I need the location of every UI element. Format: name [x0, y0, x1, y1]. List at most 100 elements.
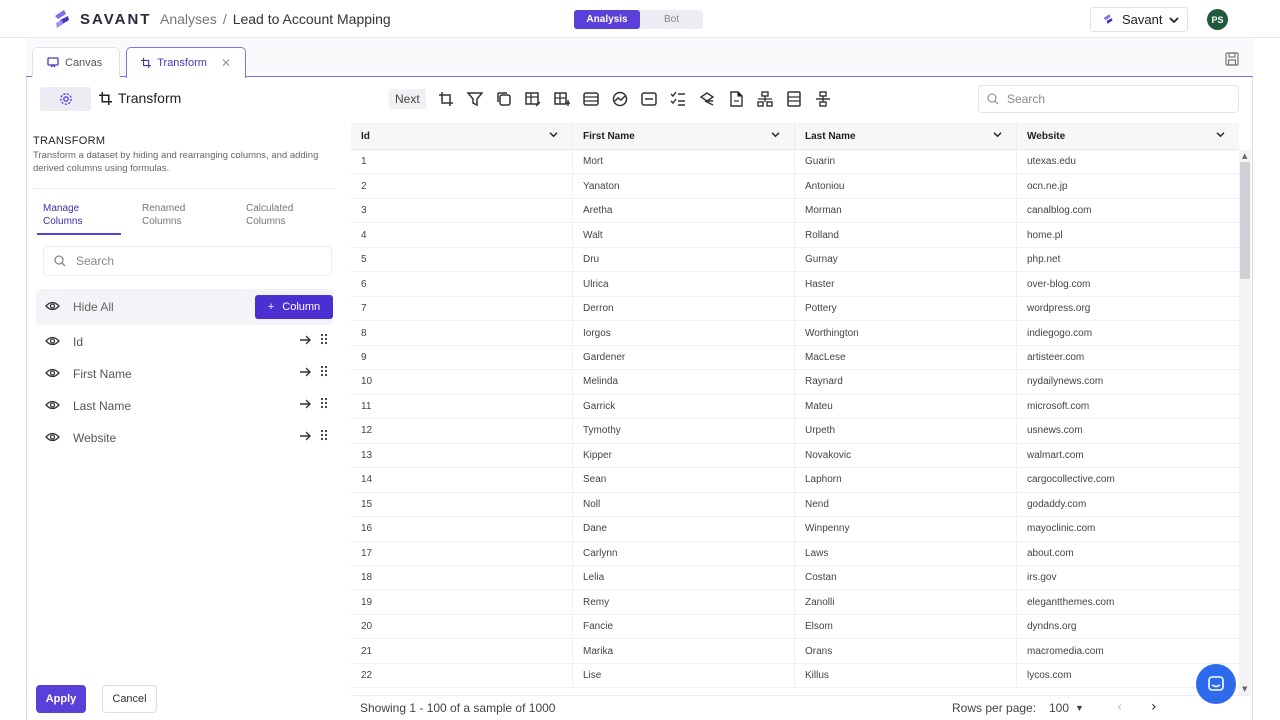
drag-handle-icon[interactable]	[320, 397, 328, 409]
table-cell-website[interactable]: microsoft.com	[1017, 395, 1239, 418]
table-cell-last-name[interactable]: Elsom	[795, 614, 1017, 639]
table-cell-id[interactable]: 22	[351, 663, 573, 688]
table-row[interactable]: 11 Garrick Mateu microsoft.com	[351, 394, 1239, 420]
table-row[interactable]: 12 Tymothy Urpeth usnews.com	[351, 419, 1239, 444]
table-cell-id[interactable]: 10	[351, 370, 573, 394]
column-header-id[interactable]: Id	[351, 123, 573, 150]
table-cell-first-name[interactable]: Lise	[573, 663, 795, 688]
table-cell-first-name[interactable]: Gardener	[573, 345, 795, 370]
table-cell-website[interactable]: godaddy.com	[1017, 493, 1239, 516]
hierarchy-icon[interactable]	[814, 90, 832, 108]
table-cell-first-name[interactable]: Tymothy	[573, 419, 795, 443]
table-row[interactable]: 7 Derron Pottery wordpress.org	[351, 296, 1239, 322]
drag-handle-icon[interactable]	[320, 429, 328, 441]
columns-icon[interactable]	[785, 90, 803, 108]
table-cell-last-name[interactable]: Killus	[795, 663, 1017, 688]
table-cell-first-name[interactable]: Dane	[573, 517, 795, 541]
apply-button[interactable]: Apply	[36, 685, 86, 713]
copy-icon[interactable]	[495, 90, 513, 108]
table-cell-last-name[interactable]: Laphorn	[795, 468, 1017, 492]
subtab-manage-columns[interactable]: Manage Columns	[43, 202, 82, 228]
table-cell-last-name[interactable]: Novakovic	[795, 443, 1017, 468]
filter-icon[interactable]	[466, 90, 484, 108]
table-cell-last-name[interactable]: Guarin	[795, 150, 1017, 174]
table-cell-website[interactable]: indiegogo.com	[1017, 321, 1239, 344]
table-cell-id[interactable]: 8	[351, 321, 573, 345]
table-cell-id[interactable]: 20	[351, 614, 573, 639]
table-row[interactable]: 6 Ulrica Haster over-blog.com	[351, 272, 1239, 297]
checklist-icon[interactable]	[669, 90, 687, 108]
close-icon[interactable]: ✕	[221, 56, 231, 70]
column-item-first-name[interactable]: First Name	[36, 360, 333, 388]
table-cell-id[interactable]: 21	[351, 639, 573, 663]
hide-all-button[interactable]: Hide All	[73, 300, 114, 314]
table-edit-icon[interactable]	[524, 90, 542, 108]
table-row[interactable]: 3 Aretha Morman canalblog.com	[351, 198, 1239, 224]
column-search-input[interactable]: Search	[43, 246, 332, 276]
table-row[interactable]: 21 Marika Orans macromedia.com	[351, 639, 1239, 664]
column-header-last-name[interactable]: Last Name	[795, 123, 1017, 150]
table-cell-id[interactable]: 4	[351, 223, 573, 247]
table-cell-id[interactable]: 7	[351, 296, 573, 321]
column-item-website[interactable]: Website	[36, 424, 333, 452]
split-icon[interactable]	[756, 90, 774, 108]
table-cell-id[interactable]: 1	[351, 150, 573, 174]
table-cell-last-name[interactable]: Morman	[795, 198, 1017, 223]
table-cell-last-name[interactable]: Pottery	[795, 296, 1017, 321]
table-cell-last-name[interactable]: Zanolli	[795, 590, 1017, 614]
table-cell-last-name[interactable]: Worthington	[795, 321, 1017, 345]
table-cell-website[interactable]: utexas.edu	[1017, 150, 1239, 173]
column-item-id[interactable]: Id	[36, 328, 333, 356]
column-header-website[interactable]: Website	[1017, 123, 1239, 150]
table-add-icon[interactable]	[553, 90, 571, 108]
chevron-down-icon[interactable]	[771, 131, 780, 138]
table-cell-first-name[interactable]: Kipper	[573, 443, 795, 468]
table-row[interactable]: 1 Mort Guarin utexas.edu	[351, 150, 1239, 175]
table-cell-last-name[interactable]: Laws	[795, 541, 1017, 565]
table-row[interactable]: 15 Noll Nend godaddy.com	[351, 492, 1239, 518]
table-cell-first-name[interactable]: Ulrica	[573, 272, 795, 296]
subtab-renamed-columns[interactable]: Renamed Columns	[142, 202, 185, 228]
grid-search-input[interactable]: Search	[978, 85, 1239, 113]
eye-icon[interactable]	[45, 335, 60, 347]
table-cell-first-name[interactable]: Iorgos	[573, 321, 795, 345]
table-cell-first-name[interactable]: Noll	[573, 492, 795, 517]
table-cell-first-name[interactable]: Garrick	[573, 394, 795, 419]
mode-analysis[interactable]: Analysis	[574, 10, 640, 29]
rows-icon[interactable]	[582, 90, 600, 108]
table-row[interactable]: 16 Dane Winpenny mayoclinic.com	[351, 517, 1239, 542]
table-cell-first-name[interactable]: Sean	[573, 468, 795, 492]
arrow-right-icon[interactable]	[299, 334, 311, 346]
table-cell-website[interactable]: cargocollective.com	[1017, 468, 1239, 491]
table-row[interactable]: 10 Melinda Raynard nydailynews.com	[351, 370, 1239, 395]
file-icon[interactable]	[727, 90, 745, 108]
eye-icon[interactable]	[45, 367, 60, 379]
minus-box-icon[interactable]	[640, 90, 658, 108]
table-cell-last-name[interactable]: Winpenny	[795, 517, 1017, 541]
table-row[interactable]: 9 Gardener MacLese artisteer.com	[351, 345, 1239, 371]
table-cell-first-name[interactable]: Melinda	[573, 370, 795, 394]
table-cell-id[interactable]: 12	[351, 419, 573, 443]
table-row[interactable]: 22 Lise Killus lycos.com	[351, 663, 1239, 689]
table-cell-id[interactable]: 17	[351, 541, 573, 565]
table-cell-website[interactable]: home.pl	[1017, 223, 1239, 246]
arrow-right-icon[interactable]	[299, 398, 311, 410]
table-cell-last-name[interactable]: Rolland	[795, 223, 1017, 247]
table-cell-id[interactable]: 5	[351, 247, 573, 272]
table-cell-website[interactable]: nydailynews.com	[1017, 370, 1239, 393]
chart-icon[interactable]	[611, 90, 629, 108]
avatar[interactable]: PS	[1207, 9, 1228, 30]
table-row[interactable]: 4 Walt Rolland home.pl	[351, 223, 1239, 248]
table-cell-website[interactable]: canalblog.com	[1017, 199, 1239, 222]
scroll-thumb[interactable]	[1240, 162, 1250, 279]
table-cell-id[interactable]: 6	[351, 272, 573, 296]
scroll-down-icon[interactable]: ▼	[1242, 685, 1247, 693]
savant-logo[interactable]: SAVANT	[52, 8, 151, 30]
table-cell-website[interactable]: php.net	[1017, 248, 1239, 271]
settings-button[interactable]	[40, 87, 91, 111]
drag-handle-icon[interactable]	[320, 333, 328, 345]
add-column-button[interactable]: + Column	[255, 295, 333, 319]
table-cell-id[interactable]: 18	[351, 565, 573, 590]
table-cell-last-name[interactable]: Mateu	[795, 394, 1017, 419]
table-cell-last-name[interactable]: Gurnay	[795, 247, 1017, 272]
